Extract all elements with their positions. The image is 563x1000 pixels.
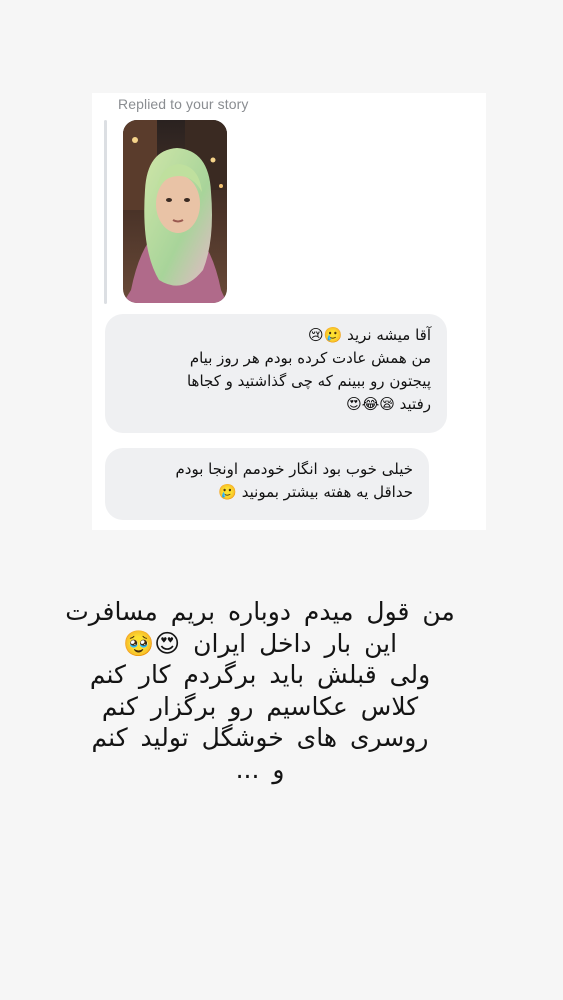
story-caption: من قول میدم دوباره بریم مسافرت این بار د… <box>50 596 470 785</box>
message-line: رفتید 😪😂😍 <box>346 395 431 413</box>
message-bubble[interactable]: خیلی خوب بود انگار خودمم اونجا بودم حداق… <box>105 448 429 520</box>
message-line: پیجتون رو ببینم که چی گذاشتید و کجاها <box>186 372 431 390</box>
dm-screenshot-card: Replied to your story آقا میشه نرید 🥲😢 م… <box>92 93 486 530</box>
caption-line: من قول میدم دوباره بریم مسافرت <box>65 597 455 626</box>
caption-line: ولی قبلش باید برگردم کار کنم <box>89 660 431 689</box>
replied-to-story-label: Replied to your story <box>118 96 249 112</box>
caption-line: کلاس عکاسیم رو برگزار کنم <box>101 691 419 721</box>
caption-line: روسری های خوشگل تولید کنم <box>91 723 429 752</box>
message-line: خیلی خوب بود انگار خودمم اونجا بودم <box>175 460 413 478</box>
caption-line: و ... <box>235 754 285 784</box>
story-thumbnail[interactable] <box>123 120 227 303</box>
message-bubble[interactable]: آقا میشه نرید 🥲😢 من همش عادت کرده بودم ه… <box>105 314 447 433</box>
caption-line: این بار داخل ایران 😍🥹 <box>122 628 398 658</box>
reply-quote-bar <box>104 120 107 304</box>
message-line: حداقل یه هفته بیشتر بمونید 🥲 <box>218 483 413 501</box>
message-line: من همش عادت کرده بودم هر روز بیام <box>189 349 431 367</box>
message-line: آقا میشه نرید 🥲😢 <box>307 326 431 344</box>
